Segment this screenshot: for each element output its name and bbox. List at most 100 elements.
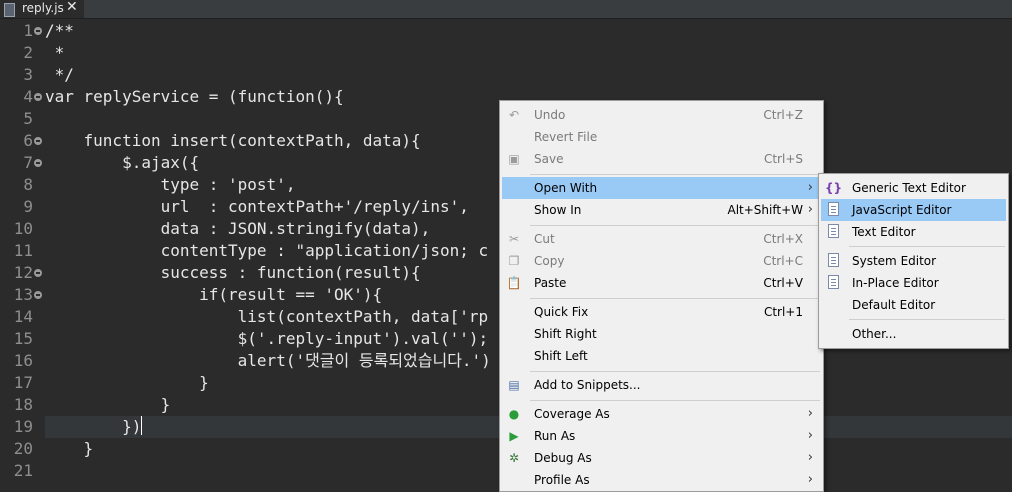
menu-item-label: Show In [534, 203, 582, 217]
debug-icon: ✲ [508, 451, 520, 465]
submenu-item-other[interactable]: Other... [819, 323, 1008, 345]
menu-item-label: Run As [534, 429, 576, 443]
code-line: alert('댓글이 등록되었습니다.') [45, 351, 491, 370]
menu-item-label: Shift Right [534, 327, 597, 341]
menu-item-add-to-snippets[interactable]: ▤ Add to Snippets... [500, 374, 823, 396]
menu-item-label: Profile As [534, 473, 590, 487]
menu-item-paste[interactable]: 📋 Paste Ctrl+V [500, 272, 823, 294]
submenu-arrow-icon: › [807, 428, 813, 443]
submenu-item-label: Default Editor [852, 298, 936, 312]
menu-item-open-with[interactable]: Open With › [502, 177, 821, 199]
text-editor-icon [828, 224, 839, 238]
menu-item-label: Add to Snippets... [534, 378, 641, 392]
menu-item-show-in[interactable]: Show In Alt+Shift+W › [500, 199, 823, 221]
cut-icon: ✂ [508, 232, 520, 246]
submenu-item-label: Generic Text Editor [852, 181, 966, 195]
submenu-item-label: Other... [852, 327, 897, 341]
line-number: 13 [13, 285, 33, 304]
line-number: 5 [23, 109, 33, 128]
menu-separator [530, 400, 820, 401]
menu-item-label: Shift Left [534, 349, 588, 363]
submenu-item-javascript-editor[interactable]: JavaScript Editor [821, 199, 1006, 221]
javascript-editor-icon [828, 202, 839, 216]
menu-item-shift-left[interactable]: Shift Left [500, 345, 823, 367]
js-file-icon [4, 3, 15, 17]
menu-item-coverage-as[interactable]: ● Coverage As › [500, 403, 823, 425]
menu-item-debug-as[interactable]: ✲ Debug As › [500, 447, 823, 469]
code-line: if(result == 'OK'){ [45, 285, 383, 304]
menu-item-label: Save [534, 152, 564, 166]
code-line: $.ajax({ [45, 153, 200, 172]
menu-separator [849, 246, 1005, 247]
line-number: 12 [13, 263, 33, 282]
line-number: 11 [13, 241, 33, 260]
submenu-arrow-icon: › [807, 202, 813, 217]
tab-reply-js[interactable]: reply.js ✕ [0, 0, 84, 18]
line-number: 8 [23, 175, 33, 194]
line-number: 18 [13, 395, 33, 414]
line-number: 14 [13, 307, 33, 326]
fold-collapse-icon[interactable] [34, 269, 42, 277]
code-line: success : function(result){ [45, 263, 421, 282]
menu-item-shortcut: Ctrl+V [763, 276, 803, 290]
menu-item-revert-file[interactable]: Revert File [500, 126, 823, 148]
code-line: } [45, 373, 209, 392]
code-line: } [45, 395, 171, 414]
menu-item-label: Cut [534, 232, 555, 246]
submenu-arrow-icon: › [807, 180, 813, 195]
submenu-item-system-editor[interactable]: System Editor [819, 250, 1008, 272]
tab-filename: reply.js [22, 1, 64, 15]
line-number: 21 [13, 461, 33, 480]
submenu-item-text-editor[interactable]: Text Editor [819, 221, 1008, 243]
fold-collapse-icon[interactable] [34, 137, 42, 145]
submenu-item-in-place-editor[interactable]: In-Place Editor [819, 272, 1008, 294]
code-line: /** [45, 21, 74, 40]
code-line: data : JSON.stringify(data), [45, 219, 431, 238]
save-icon: ▣ [508, 152, 520, 166]
menu-item-copy[interactable]: ❐ Copy Ctrl+C [500, 250, 823, 272]
line-number: 16 [13, 351, 33, 370]
menu-item-shift-right[interactable]: Shift Right [500, 323, 823, 345]
menu-item-label: Debug As [534, 451, 592, 465]
close-tab-icon[interactable]: ✕ [66, 0, 78, 15]
menu-item-label: Copy [534, 254, 565, 268]
code-line: * [45, 43, 65, 62]
submenu-item-default-editor[interactable]: Default Editor [819, 294, 1008, 316]
menu-item-label: Undo [534, 108, 566, 122]
code-line: url : contextPath+'/reply/ins', [45, 197, 469, 216]
menu-item-save[interactable]: ▣ Save Ctrl+S [500, 148, 823, 170]
code-line: type : 'post', [45, 175, 296, 194]
code-line: $('.reply-input').val(''); [45, 329, 489, 348]
menu-separator [849, 319, 1005, 320]
menu-item-shortcut: Ctrl+Z [763, 108, 803, 122]
in-place-editor-icon [828, 275, 839, 289]
menu-item-quick-fix[interactable]: Quick Fix Ctrl+1 [500, 301, 823, 323]
code-line: var replyService = (function(){ [45, 87, 344, 106]
menu-item-profile-as[interactable]: Profile As › [500, 469, 823, 491]
menu-item-cut[interactable]: ✂ Cut Ctrl+X [500, 228, 823, 250]
system-editor-icon [828, 253, 839, 267]
submenu-item-label: In-Place Editor [852, 276, 939, 290]
fold-collapse-icon[interactable] [34, 27, 42, 35]
menu-separator [530, 174, 820, 175]
submenu-item-generic-text-editor[interactable]: {} Generic Text Editor [819, 177, 1008, 199]
menu-separator [530, 298, 820, 299]
open-with-submenu: {} Generic Text Editor JavaScript Editor… [818, 173, 1009, 349]
menu-item-undo[interactable]: ↶ Undo Ctrl+Z [500, 104, 823, 126]
fold-collapse-icon[interactable] [34, 93, 42, 101]
code-line: */ [45, 65, 74, 84]
line-number: 6 [23, 131, 33, 150]
menu-item-run-as[interactable]: ▶ Run As › [500, 425, 823, 447]
submenu-arrow-icon: › [807, 450, 813, 465]
submenu-item-label: System Editor [852, 254, 937, 268]
submenu-item-label: Text Editor [852, 225, 916, 239]
line-number: 9 [23, 197, 33, 216]
undo-icon: ↶ [508, 108, 520, 122]
line-number: 17 [13, 373, 33, 392]
menu-item-label: Open With [534, 181, 598, 195]
fold-collapse-icon[interactable] [34, 291, 42, 299]
code-line-text: }) [45, 417, 142, 436]
fold-collapse-icon[interactable] [34, 159, 42, 167]
code-line: function insert(contextPath, data){ [45, 131, 421, 150]
menu-item-shortcut: Ctrl+C [763, 254, 803, 268]
